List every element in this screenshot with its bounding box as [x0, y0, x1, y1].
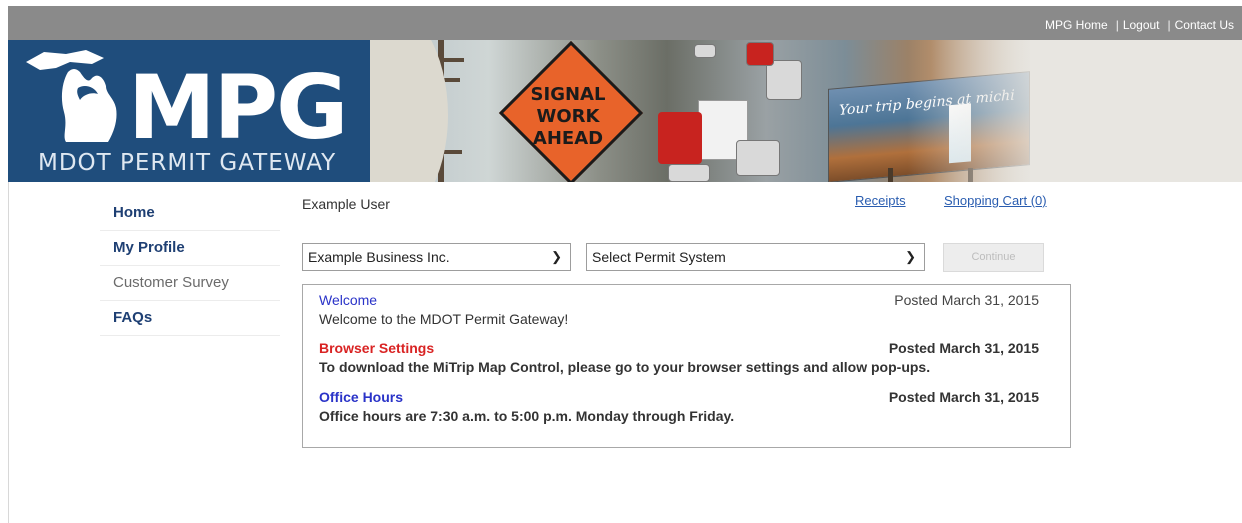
top-links: MPG Home | Logout | Contact Us: [1045, 18, 1234, 32]
sign-line: WORK: [536, 106, 600, 127]
permit-system-select-value: Select Permit System: [592, 249, 726, 265]
announcements-panel: Welcome Posted March 31, 2015 Welcome to…: [302, 284, 1071, 448]
mpg-logo-text: MPG: [128, 56, 348, 159]
news-body: Office hours are 7:30 a.m. to 5:00 p.m. …: [319, 408, 735, 424]
link-separator: |: [1115, 18, 1119, 32]
news-body: To download the MiTrip Map Control, plea…: [319, 359, 931, 375]
news-date: Posted March 31, 2015: [894, 292, 1039, 308]
contact-us-link[interactable]: Contact Us: [1175, 18, 1234, 32]
car-icon: [668, 164, 710, 182]
car-icon: [694, 44, 716, 58]
sidebar-item-faqs[interactable]: FAQs: [100, 301, 280, 336]
continue-button[interactable]: Continue: [943, 243, 1044, 272]
news-item: Office Hours Posted March 31, 2015 Offic…: [319, 389, 1039, 424]
logout-link[interactable]: Logout: [1123, 18, 1160, 32]
sign-line: AHEAD: [532, 128, 604, 149]
truck-icon: [746, 42, 774, 66]
michigan-icon: [26, 50, 117, 142]
header-banner: SIGNAL WORK AHEAD Your trip begins at mi…: [8, 40, 1242, 182]
link-separator: |: [1167, 18, 1171, 32]
receipts-link[interactable]: Receipts: [855, 193, 906, 208]
sign-line: SIGNAL: [530, 84, 606, 105]
news-date: Posted March 31, 2015: [888, 389, 1039, 405]
banner-fade: [908, 40, 1242, 182]
truck-cab: [658, 112, 702, 164]
sign-text: SIGNAL WORK AHEAD: [508, 84, 628, 150]
sidebar-item-customer-survey[interactable]: Customer Survey: [100, 266, 280, 301]
mdot-permit-gateway-text: MDOT PERMIT GATEWAY: [38, 150, 337, 176]
sidebar-nav: Home My Profile Customer Survey FAQs: [100, 196, 280, 336]
sidebar-item-my-profile[interactable]: My Profile: [100, 231, 280, 266]
news-body: Welcome to the MDOT Permit Gateway!: [319, 311, 569, 327]
shopping-cart-link[interactable]: Shopping Cart (0): [944, 193, 1047, 208]
car-icon: [736, 140, 780, 176]
business-select[interactable]: Example Business Inc. ❯: [302, 243, 571, 271]
mpg-logo[interactable]: MPG MDOT PERMIT GATEWAY: [8, 40, 370, 182]
chevron-down-icon: ❯: [905, 249, 916, 264]
news-date: Posted March 31, 2015: [888, 340, 1039, 356]
permit-system-select[interactable]: Select Permit System ❯: [586, 243, 925, 271]
news-item: Welcome Posted March 31, 2015 Welcome to…: [319, 292, 1039, 327]
top-bar: MPG Home | Logout | Contact Us: [8, 6, 1242, 40]
chevron-down-icon: ❯: [551, 249, 562, 264]
mpg-home-link[interactable]: MPG Home: [1045, 18, 1108, 32]
user-name: Example User: [302, 196, 390, 212]
signal-work-ahead-sign: SIGNAL WORK AHEAD: [498, 40, 644, 182]
truck-icon: [658, 100, 748, 170]
sidebar-item-home[interactable]: Home: [100, 196, 280, 231]
news-item: Browser Settings Posted March 31, 2015 T…: [319, 340, 1039, 375]
business-select-value: Example Business Inc.: [308, 249, 450, 265]
billboard-post: [888, 168, 893, 182]
truck-icon: [766, 60, 802, 100]
